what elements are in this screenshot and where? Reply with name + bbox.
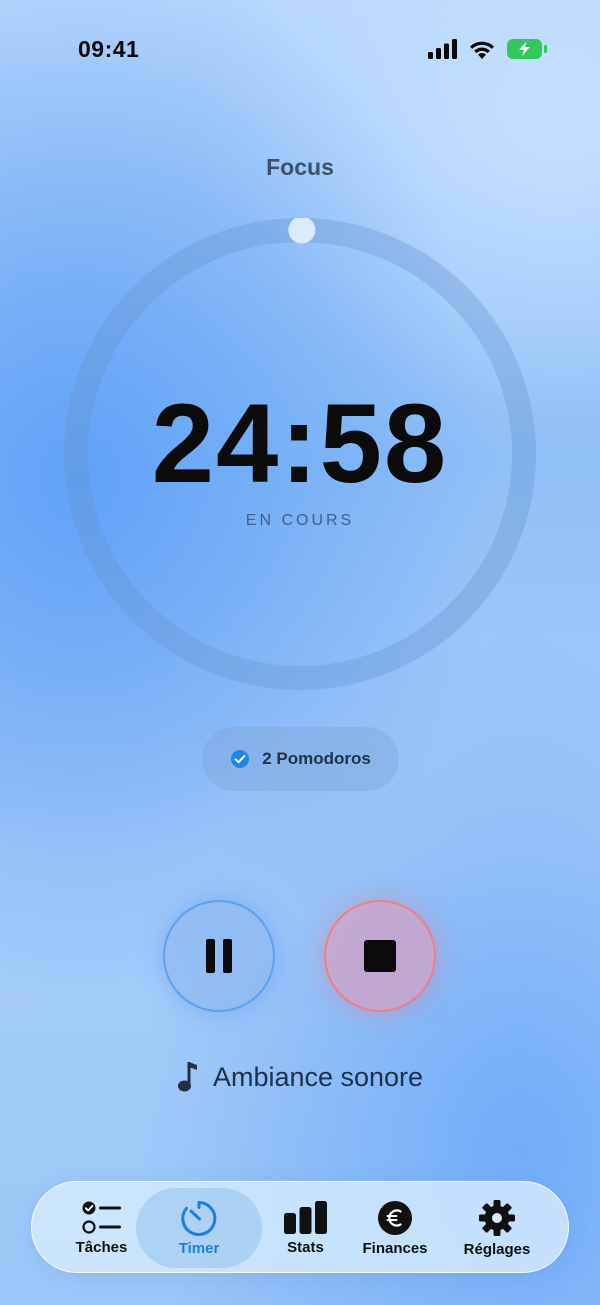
tab-taches-label: Tâches bbox=[75, 1238, 128, 1256]
tab-stats-label: Stats bbox=[287, 1238, 324, 1256]
pause-button[interactable] bbox=[163, 900, 275, 1012]
timer-ring: 24:58 EN COURS bbox=[64, 218, 536, 690]
bar-chart-icon bbox=[283, 1200, 327, 1234]
timer-icon bbox=[181, 1200, 217, 1236]
tab-timer[interactable]: Timer bbox=[136, 1188, 262, 1268]
tab-reglages[interactable]: Réglages bbox=[450, 1188, 544, 1268]
tab-finances[interactable]: Finances bbox=[353, 1188, 437, 1268]
status-icons bbox=[428, 38, 548, 60]
mode-title: Focus bbox=[266, 154, 334, 180]
music-note-icon bbox=[177, 1062, 197, 1092]
pause-icon bbox=[206, 939, 232, 973]
pomodoro-count-label: 2 Pomodoros bbox=[262, 749, 371, 768]
gear-icon bbox=[479, 1199, 515, 1236]
battery-icon bbox=[507, 39, 547, 59]
timer-display: 24:58 bbox=[151, 381, 449, 506]
stop-button[interactable] bbox=[324, 900, 436, 1012]
timer-status: EN COURS bbox=[245, 512, 355, 529]
status-time: 09:41 bbox=[78, 36, 140, 62]
tab-reglages-label: Réglages bbox=[463, 1240, 531, 1258]
tab-finances-label: Finances bbox=[362, 1239, 428, 1257]
checklist-icon bbox=[81, 1201, 121, 1234]
tab-bar: Tâches Timer Stats Finances Réglages bbox=[31, 1181, 569, 1273]
tab-timer-label: Timer bbox=[178, 1239, 220, 1257]
tab-taches[interactable]: Tâches bbox=[64, 1188, 139, 1268]
status-bar: 09:41 bbox=[0, 0, 600, 100]
ambiance-label: Ambiance sonore bbox=[212, 1061, 424, 1092]
stop-icon bbox=[364, 940, 396, 972]
ambiance-button[interactable]: Ambiance sonore bbox=[0, 1060, 600, 1094]
checkmark-circle-icon bbox=[231, 750, 250, 768]
wifi-icon bbox=[470, 41, 494, 59]
euro-icon bbox=[378, 1200, 412, 1235]
tab-stats[interactable]: Stats bbox=[268, 1188, 343, 1268]
cellular-signal-icon bbox=[428, 39, 457, 59]
pomodoro-badge[interactable]: 2 Pomodoros bbox=[202, 727, 399, 791]
